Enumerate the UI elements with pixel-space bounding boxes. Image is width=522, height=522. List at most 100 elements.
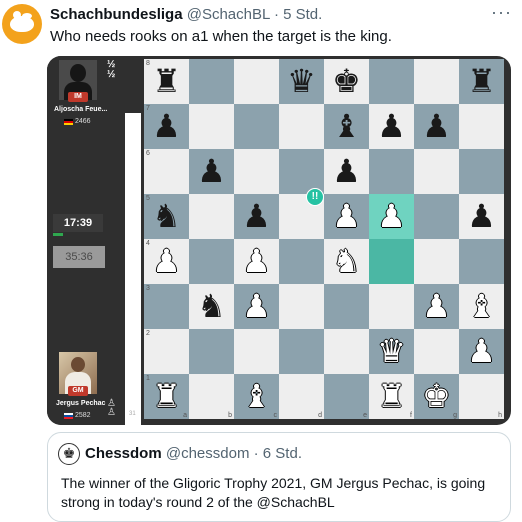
square-d7 (279, 104, 324, 149)
white-pawn-icon: ♟ (152, 242, 181, 280)
square-d8: ♛ (279, 59, 324, 104)
white-knight-icon: ♞ (332, 242, 361, 280)
square-b7 (189, 104, 234, 149)
square-b5 (189, 194, 234, 239)
quoted-tweet-time[interactable]: 6 Std. (263, 445, 302, 462)
square-h1: h (459, 374, 504, 419)
white-king-icon: ♚ (422, 377, 451, 415)
more-options-icon[interactable]: ··· (491, 2, 512, 23)
bottom-player-rating: 2582 (75, 412, 91, 419)
square-c1: c ♝ (234, 374, 279, 419)
black-pawn-icon: ♟ (377, 107, 406, 145)
square-c2 (234, 329, 279, 374)
top-player-rating: 2466 (75, 118, 91, 125)
square-b3: ♞ (189, 284, 234, 329)
square-a3: 3 (144, 284, 189, 329)
square-e4: ♞ (324, 239, 369, 284)
square-e3 (324, 284, 369, 329)
square-g4 (414, 239, 459, 284)
clock-progress-bar (53, 233, 63, 236)
white-pawn-icon: ♟ (377, 197, 406, 235)
square-g1: g ♚ (414, 374, 459, 419)
square-c8 (234, 59, 279, 104)
chess-board: 8 ♜ ♛ ♚ ♜ 7 ♟ ♝ ♟ ♟ 6 ♟ ♟ 5 ♞ ♟ ♟ ♟ ♟ 4 ♟ ♟ ♞ 3 ♞ ♟ ♟ ♝ 2 ♛ ♟ 1 a ♜ b c ♝ d e f… (144, 59, 504, 419)
square-d1: d (279, 374, 324, 419)
square-e1: e (324, 374, 369, 419)
square-e8: ♚ (324, 59, 369, 104)
square-h3: ♝ (459, 284, 504, 329)
square-a6: 6 (144, 149, 189, 194)
square-b2 (189, 329, 234, 374)
quoted-author-avatar[interactable]: ♚ (58, 443, 80, 465)
square-h4 (459, 239, 504, 284)
player-sidebar: IM ½ ½ Aljoscha Feue... 2466 17:39 35:36… (47, 56, 142, 425)
hand-icon (10, 11, 34, 32)
rank-label: 6 (146, 150, 150, 157)
white-pawn-icon: ♟ (242, 242, 271, 280)
author-avatar[interactable] (2, 4, 42, 44)
square-e7: ♝ (324, 104, 369, 149)
square-a7: 7 ♟ (144, 104, 189, 149)
white-rook-icon: ♜ (152, 377, 181, 415)
square-f5: ♟ (369, 194, 414, 239)
white-pawn-icon: ♟ (422, 287, 451, 325)
square-d2 (279, 329, 324, 374)
captured-pawns-icon: ♙ ♙ (107, 398, 116, 418)
square-h2: ♟ (459, 329, 504, 374)
black-pawn-icon: ♟ (332, 152, 361, 190)
square-f8 (369, 59, 414, 104)
square-f2: ♛ (369, 329, 414, 374)
square-d3 (279, 284, 324, 329)
square-h8: ♜ (459, 59, 504, 104)
black-pawn-icon: ♟ (197, 152, 226, 190)
square-g6 (414, 149, 459, 194)
square-a8: 8 ♜ (144, 59, 189, 104)
square-c6 (234, 149, 279, 194)
brilliant-move-badge: !! (306, 188, 324, 206)
rank-label: 2 (146, 330, 150, 337)
square-a4: 4 ♟ (144, 239, 189, 284)
top-player-title: IM (68, 92, 88, 102)
file-label: b (228, 412, 232, 419)
meta-separator: · (273, 6, 279, 23)
square-h6 (459, 149, 504, 194)
white-pawn-icon: ♟ (467, 332, 496, 370)
move-number: 31 (129, 411, 136, 417)
white-bishop-icon: ♝ (242, 377, 271, 415)
white-bishop-icon: ♝ (467, 287, 496, 325)
square-e2 (324, 329, 369, 374)
quoted-author-handle[interactable]: @chessdom (166, 445, 250, 462)
file-label: d (318, 412, 322, 419)
square-f1: f ♜ (369, 374, 414, 419)
square-c5: ♟ (234, 194, 279, 239)
square-d6 (279, 149, 324, 194)
black-pawn-icon: ♟ (242, 197, 271, 235)
white-pawn-icon: ♟ (242, 287, 271, 325)
black-bishop-icon: ♝ (332, 107, 361, 145)
file-label: e (363, 412, 367, 419)
black-knight-icon: ♞ (197, 287, 226, 325)
square-g3: ♟ (414, 284, 459, 329)
black-rook-icon: ♜ (152, 62, 181, 100)
square-h5: ♟ (459, 194, 504, 239)
author-handle[interactable]: @SchachBL (187, 6, 270, 23)
top-player-clock: 17:39 (53, 214, 103, 232)
quoted-author-name[interactable]: Chessdom (85, 445, 162, 462)
black-queen-icon: ♛ (287, 62, 316, 100)
black-rook-icon: ♜ (467, 62, 496, 100)
tweet-media-image[interactable]: IM ½ ½ Aljoscha Feue... 2466 17:39 35:36… (47, 56, 511, 425)
square-f4 (369, 239, 414, 284)
black-pawn-icon: ♟ (152, 107, 181, 145)
white-pawn-icon: ♟ (332, 197, 361, 235)
square-a2: 2 (144, 329, 189, 374)
square-g7: ♟ (414, 104, 459, 149)
square-f3 (369, 284, 414, 329)
quoted-meta-separator: · (253, 445, 259, 462)
chess-king-logo-icon: ♚ (62, 446, 76, 462)
bottom-player-name: Jergus Pechac (56, 400, 106, 407)
tweet-time[interactable]: 5 Std. (283, 6, 322, 23)
move-list-panel (125, 113, 141, 425)
author-name[interactable]: Schachbundesliga (50, 6, 183, 23)
quoted-tweet[interactable]: ♚ Chessdom @chessdom · 6 Std. The winner… (47, 432, 511, 522)
square-e6: ♟ (324, 149, 369, 194)
